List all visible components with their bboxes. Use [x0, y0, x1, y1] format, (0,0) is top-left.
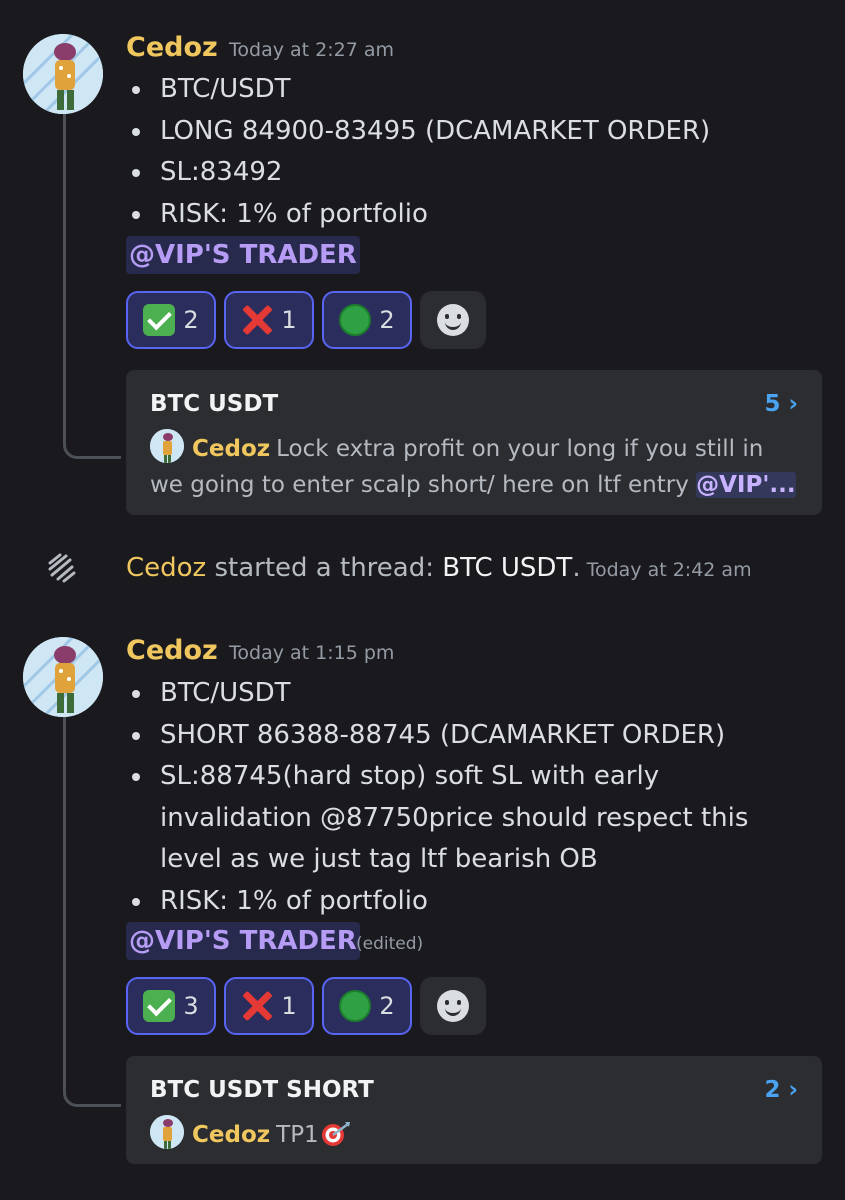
check-mark-emoji-icon — [143, 990, 176, 1022]
thread-card[interactable]: BTC USDT 5 › Cedoz Lock extra profit on y… — [126, 370, 822, 515]
bullet-item: SL:83492 — [126, 152, 806, 194]
system-thread-name[interactable]: BTC USDT — [442, 553, 572, 583]
system-timestamp: Today at 2:42 am — [586, 559, 752, 581]
avatar[interactable] — [23, 637, 103, 717]
preview-text: TP1 — [276, 1122, 319, 1148]
add-reaction-button[interactable] — [420, 291, 486, 349]
reaction-count: 1 — [281, 992, 297, 1020]
avatar-image — [23, 34, 103, 114]
author-name[interactable]: Cedoz — [126, 635, 218, 666]
smiley-icon — [437, 990, 469, 1022]
mini-avatar — [150, 1115, 184, 1149]
role-mention[interactable]: @VIP'S TRADER — [126, 236, 360, 274]
timestamp: Today at 1:15 pm — [229, 642, 395, 664]
preview-author: Cedoz — [192, 436, 271, 462]
reaction-bar: 3 1 2 — [126, 977, 486, 1035]
thread-message-count[interactable]: 2 › — [765, 1077, 799, 1103]
edited-label-wrap: (edited) — [352, 934, 423, 954]
target-emoji-icon — [321, 1121, 351, 1158]
reaction-count: 2 — [183, 306, 199, 334]
reaction-count: 2 — [379, 306, 395, 334]
timestamp: Today at 2:27 am — [229, 39, 394, 61]
bullet-item: SL:88745(hard stop) soft SL with early i… — [126, 756, 806, 881]
reaction-cross[interactable]: 1 — [224, 291, 314, 349]
thread-connector — [63, 114, 121, 459]
message-bullets: BTC/USDT LONG 84900-83495 (DCAMARKET ORD… — [126, 69, 806, 235]
system-text: Cedoz started a thread: BTC USDT. Today a… — [126, 553, 752, 583]
mini-avatar — [150, 429, 184, 463]
bullet-item: BTC/USDT — [126, 673, 806, 715]
thread-message-count[interactable]: 5 › — [765, 391, 799, 417]
author-name[interactable]: Cedoz — [126, 32, 218, 63]
bullet-item: LONG 84900-83495 (DCAMARKET ORDER) — [126, 111, 806, 153]
preview-author: Cedoz — [192, 1122, 271, 1148]
reaction-green-circle[interactable]: 2 — [322, 291, 412, 349]
reaction-count: 2 — [379, 992, 395, 1020]
reaction-check[interactable]: 3 — [126, 977, 216, 1035]
thread-card[interactable]: BTC USDT SHORT 2 › Cedoz TP1 — [126, 1056, 822, 1164]
thread-title: BTC USDT — [150, 391, 279, 417]
message-bullets: BTC/USDT SHORT 86388-88745 (DCAMARKET OR… — [126, 673, 806, 922]
reaction-count: 1 — [281, 306, 297, 334]
cross-mark-emoji-icon — [241, 990, 273, 1022]
preview-mention: @VIP'... — [696, 472, 796, 498]
green-circle-emoji-icon — [339, 304, 372, 336]
reaction-bar: 2 1 2 — [126, 291, 486, 349]
cross-mark-emoji-icon — [241, 304, 273, 336]
system-author[interactable]: Cedoz — [126, 553, 206, 583]
check-mark-emoji-icon — [143, 304, 176, 336]
reaction-check[interactable]: 2 — [126, 291, 216, 349]
thread-connector — [63, 717, 121, 1107]
reaction-green-circle[interactable]: 2 — [322, 977, 412, 1035]
reaction-count: 3 — [183, 992, 199, 1020]
avatar[interactable] — [23, 34, 103, 114]
thread-preview: Cedoz Lock extra profit on your long if y… — [150, 429, 798, 503]
avatar-image — [23, 637, 103, 717]
green-circle-emoji-icon — [339, 990, 372, 1022]
smiley-icon — [437, 304, 469, 336]
add-reaction-button[interactable] — [420, 977, 486, 1035]
system-action: started a thread: — [214, 553, 434, 583]
bullet-item: BTC/USDT — [126, 69, 806, 111]
reaction-cross[interactable]: 1 — [224, 977, 314, 1035]
edited-label: (edited) — [356, 934, 424, 954]
bullet-item: RISK: 1% of portfolio — [126, 194, 806, 236]
thread-title: BTC USDT SHORT — [150, 1077, 374, 1103]
bullet-item: RISK: 1% of portfolio — [126, 881, 806, 923]
bullet-item: SHORT 86388-88745 (DCAMARKET ORDER) — [126, 715, 806, 757]
system-period: . — [572, 553, 581, 583]
thread-icon — [46, 553, 76, 583]
role-mention[interactable]: @VIP'S TRADER — [126, 922, 360, 960]
thread-preview: Cedoz TP1 — [150, 1115, 798, 1158]
